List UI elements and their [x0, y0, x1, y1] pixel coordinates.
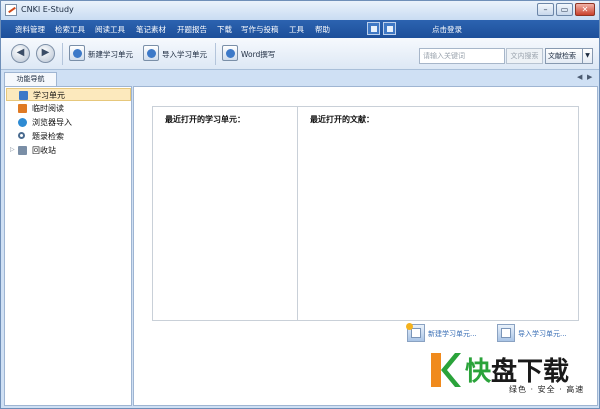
search-input[interactable]	[419, 48, 505, 64]
recent-documents-heading: 最近打开的文献：	[310, 115, 374, 124]
tab-scroll-left-icon[interactable]: ◀	[577, 73, 582, 81]
tree-item-label: 题录检索	[32, 132, 64, 141]
temp-reading-icon	[18, 104, 27, 113]
tree-item-label: 学习单元	[33, 91, 65, 100]
toolbar-separator	[215, 43, 216, 65]
search-scope-select[interactable]: 文献检索 ▼	[545, 48, 593, 64]
new-study-unit-button[interactable]: 新建学习单元	[69, 45, 137, 63]
tab-function-navigation[interactable]: 功能导航	[4, 72, 57, 86]
new-study-unit-link[interactable]: 新建学习单元...	[406, 323, 487, 344]
tree-item-label: 回收站	[32, 146, 56, 155]
tree-item-citation-search[interactable]: 题录检索	[6, 130, 131, 143]
new-study-unit-label: 新建学习单元	[88, 50, 133, 59]
menu-reading-tools[interactable]: 阅读工具	[95, 24, 125, 35]
layout-icon[interactable]	[367, 22, 380, 35]
forward-button[interactable]: ▶	[36, 44, 55, 63]
tree-item-browser-import[interactable]: 浏览器导入	[6, 116, 131, 129]
tab-strip: 功能导航 ◀ ▶	[1, 71, 599, 86]
app-window: CNKI E-Study – ▭ ✕ 资料管理 检索工具 阅读工具 笔记素材 开…	[0, 0, 600, 409]
back-button[interactable]: ◀	[11, 44, 30, 63]
import-study-unit-link-label: 导入学习单元...	[518, 330, 567, 338]
import-unit-icon	[497, 324, 515, 342]
import-unit-icon	[143, 45, 159, 61]
toolbar-separator	[62, 43, 63, 65]
menu-bar: 资料管理 检索工具 阅读工具 笔记素材 开题报告 下载 写作与投稿 工具 帮助 …	[1, 20, 599, 38]
toolbar: ◀ ▶ 新建学习单元 导入学习单元 Word撰写 文内搜索 文献检索 ▼	[1, 38, 599, 70]
word-write-label: Word撰写	[241, 50, 276, 59]
expand-arrow-icon[interactable]: ▷	[10, 146, 15, 153]
login-link[interactable]: 点击登录	[432, 24, 462, 35]
new-study-unit-link-label: 新建学习单元...	[428, 330, 477, 338]
navigation-tree: 学习单元 临时阅读 浏览器导入 题录检索 ▷ 回收站	[4, 86, 132, 406]
menu-download[interactable]: 下载	[217, 24, 232, 35]
tree-item-recycle-bin[interactable]: ▷ 回收站	[6, 144, 131, 157]
import-study-unit-link[interactable]: 导入学习单元...	[497, 324, 581, 344]
watermark-k-logo-icon	[431, 353, 461, 387]
restore-button[interactable]: ▭	[556, 3, 573, 16]
menu-help[interactable]: 帮助	[315, 24, 330, 35]
close-button[interactable]: ✕	[575, 3, 595, 16]
new-unit-icon	[406, 323, 425, 342]
tree-item-temp-reading[interactable]: 临时阅读	[6, 102, 131, 115]
tree-item-label: 临时阅读	[32, 104, 64, 113]
watermark-logo: 快盘下载 绿色 · 安全 · 高速	[429, 349, 599, 407]
search-icon	[18, 132, 25, 139]
watermark-title: 快盘下载	[465, 351, 569, 388]
menu-writing-submission[interactable]: 写作与投稿	[241, 24, 279, 35]
browser-import-icon	[18, 118, 27, 127]
word-icon	[222, 45, 238, 61]
import-study-unit-label: 导入学习单元	[162, 50, 207, 59]
title-bar: CNKI E-Study – ▭ ✕	[1, 1, 599, 20]
word-write-button[interactable]: Word撰写	[222, 45, 282, 63]
watermark-title-black: 盘下载	[491, 357, 570, 387]
in-text-search-button[interactable]: 文内搜索	[506, 48, 543, 64]
tree-item-label: 浏览器导入	[32, 118, 72, 127]
new-unit-icon	[69, 45, 85, 61]
app-logo-icon	[5, 4, 17, 16]
window-title: CNKI E-Study	[21, 5, 74, 14]
study-unit-icon	[19, 91, 28, 100]
search-scope-value: 文献检索	[548, 52, 576, 60]
menu-notes-materials[interactable]: 笔记素材	[136, 24, 166, 35]
tree-item-study-unit[interactable]: 学习单元	[6, 88, 131, 101]
recent-panel: 最近打开的学习单元： 最近打开的文献：	[152, 106, 579, 321]
tab-scroll-right-icon[interactable]: ▶	[587, 73, 592, 81]
minimize-button[interactable]: –	[537, 3, 554, 16]
watermark-title-green: 快	[465, 357, 492, 387]
recent-units-heading: 最近打开的学习单元：	[165, 115, 245, 124]
recent-divider	[297, 107, 298, 320]
watermark-tagline: 绿色 · 安全 · 高速	[509, 385, 585, 394]
recycle-bin-icon	[18, 146, 27, 155]
menu-resource-management[interactable]: 资料管理	[15, 24, 45, 35]
chevron-down-icon[interactable]: ▼	[582, 49, 592, 63]
menu-search-tools[interactable]: 检索工具	[55, 24, 85, 35]
menu-tools[interactable]: 工具	[289, 24, 304, 35]
menu-proposal-report[interactable]: 开题报告	[177, 24, 207, 35]
book-icon[interactable]	[383, 22, 396, 35]
import-study-unit-button[interactable]: 导入学习单元	[143, 45, 211, 63]
